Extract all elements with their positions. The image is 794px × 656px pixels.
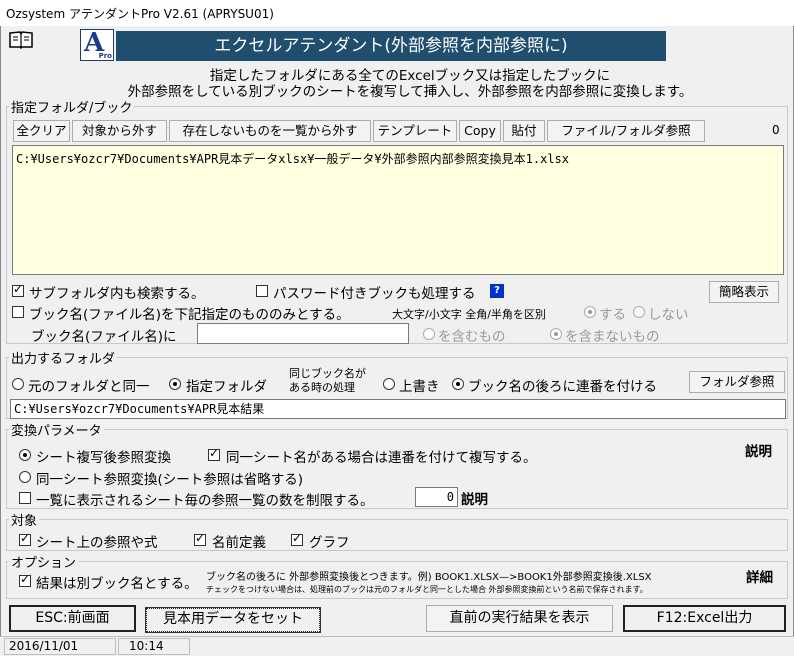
path-list-item[interactable]: C:¥Users¥ozcr7¥Documents¥APR見本データxlsx¥一般…: [16, 152, 569, 166]
browse-folder-button[interactable]: フォルダ参照: [689, 371, 785, 393]
overwrite-label: 上書き: [399, 379, 440, 395]
graphs-checkbox[interactable]: [291, 531, 303, 546]
limit-refs-checkbox[interactable]: [19, 492, 31, 504]
name-defs-label: 名前定義: [212, 535, 266, 551]
number-duplicates-checkbox[interactable]: [208, 446, 220, 461]
overwrite-radio[interactable]: [383, 378, 395, 390]
specified-folder-radio[interactable]: [169, 378, 181, 390]
specified-folder-label: 指定フォルダ: [186, 379, 267, 395]
save-as-other-label: 結果は別ブック名とする。: [36, 576, 198, 592]
append-number-label: ブック名の後ろに連番を付ける: [468, 379, 657, 395]
name-defs-checkbox[interactable]: [194, 531, 206, 546]
clear-all-button[interactable]: 全クリア: [13, 120, 70, 142]
output-group-title: 出力するフォルダ: [9, 348, 118, 367]
convert-after-copy-label: シート複写後参照変換: [36, 450, 171, 466]
show-last-result-button[interactable]: 直前の実行結果を表示: [426, 605, 613, 632]
case-yes-label: する: [599, 307, 626, 323]
contains-radio[interactable]: [423, 328, 435, 340]
help-icon[interactable]: ?: [490, 284, 504, 298]
case-yes-radio[interactable]: [584, 306, 596, 318]
params-group-title: 変換パラメータ: [9, 420, 104, 439]
banner-title: エクセルアテンダント(外部参照を内部参照に): [116, 31, 666, 61]
limit-refs-label: 一覧に表示されるシート毎の参照一覧の数を制限する。: [36, 493, 374, 509]
logo-sub: Pro: [98, 52, 112, 60]
save-as-other-checkbox[interactable]: [19, 572, 31, 587]
explain-link[interactable]: 説明: [745, 440, 772, 460]
limit-refs-input[interactable]: 0: [415, 487, 458, 507]
bookname-input[interactable]: [197, 323, 409, 344]
copy-button[interactable]: Copy: [459, 120, 501, 142]
bookname-only-checkbox[interactable]: [12, 306, 24, 318]
append-number-radio[interactable]: [452, 378, 464, 390]
same-name-line-2: ある時の処理: [289, 381, 355, 394]
template-button[interactable]: テンプレート: [373, 120, 457, 142]
search-subfolders-checkbox[interactable]: [12, 282, 24, 297]
output-path-input[interactable]: C:¥Users¥ozcr7¥Documents¥APR見本結果: [10, 399, 786, 419]
window-title: Ozsystem アテンダントPro V2.61 (APRYSU01): [6, 7, 274, 21]
title-bar: Ozsystem アテンダントPro V2.61 (APRYSU01): [0, 0, 794, 26]
bookname-only-label: ブック名(ファイル名)を下記指定のもののみとする。: [29, 307, 350, 323]
options-note-1: ブック名の後ろに 外部参照変換後とつきます。例) BOOK1.XLSX—>BOO…: [206, 572, 652, 583]
same-folder-radio[interactable]: [12, 378, 24, 390]
same-sheet-ref-radio[interactable]: [19, 471, 31, 483]
paste-button[interactable]: 貼付: [503, 120, 545, 142]
graphs-label: グラフ: [309, 535, 350, 551]
remove-missing-button[interactable]: 存在しないものを一覧から外す: [169, 120, 371, 142]
sample-data-button[interactable]: 見本用データをセット: [145, 607, 321, 633]
options-group-title: オプション: [9, 552, 79, 571]
password-books-checkbox[interactable]: [256, 285, 268, 297]
details-link[interactable]: 詳細: [746, 566, 773, 586]
password-books-label: パスワード付きブックも処理する: [273, 286, 476, 302]
not-contains-label: を含まないもの: [565, 329, 660, 345]
intro-line-2: 外部参照をしている別ブックのシートを複写して挿入し、外部参照を内部参照に変換しま…: [127, 84, 693, 100]
search-subfolders-label: サブフォルダ内も検索する。: [29, 286, 205, 302]
app-logo: A Pro: [80, 28, 114, 61]
refs-on-sheet-checkbox[interactable]: [19, 531, 31, 546]
book-icon[interactable]: [8, 30, 34, 50]
target-group-title: 対象: [9, 510, 40, 529]
file-count: 0: [772, 123, 780, 137]
refs-on-sheet-label: シート上の参照や式: [36, 535, 158, 551]
options-note-2: チェックをつけない場合は、処理前のブックは元のフォルダと同一とした場合 外部参照…: [206, 585, 648, 594]
case-no-label: しない: [648, 307, 689, 323]
remove-button[interactable]: 対象から外す: [72, 120, 167, 142]
folder-group-title: 指定フォルダ/ブック: [9, 97, 135, 116]
f12-excel-output-button[interactable]: F12:Excel出力: [623, 605, 786, 632]
not-contains-radio[interactable]: [550, 328, 562, 340]
convert-after-copy-radio[interactable]: [19, 449, 31, 461]
same-sheet-ref-label: 同一シート参照変換(シート参照は省略する): [36, 472, 304, 488]
explain-link-2[interactable]: 説明: [461, 488, 488, 508]
status-time: 10:14: [118, 638, 190, 655]
bookname-label: ブック名(ファイル名)に: [31, 329, 177, 345]
case-no-radio[interactable]: [633, 306, 645, 318]
same-folder-label: 元のフォルダと同一: [28, 379, 150, 395]
esc-back-button[interactable]: ESC:前画面: [9, 605, 136, 632]
status-date: 2016/11/01: [4, 638, 116, 655]
contains-label: を含むもの: [438, 329, 506, 345]
path-list[interactable]: C:¥Users¥ozcr7¥Documents¥APR見本データxlsx¥一般…: [12, 145, 784, 275]
browse-file-folder-button[interactable]: ファイル/フォルダ参照: [547, 120, 705, 142]
simple-view-button[interactable]: 簡略表示: [709, 281, 779, 303]
case-width-label: 大文字/小文字 全角/半角を区別: [392, 308, 546, 321]
number-duplicates-label: 同一シート名がある場合は連番を付けて複写する。: [226, 450, 537, 466]
